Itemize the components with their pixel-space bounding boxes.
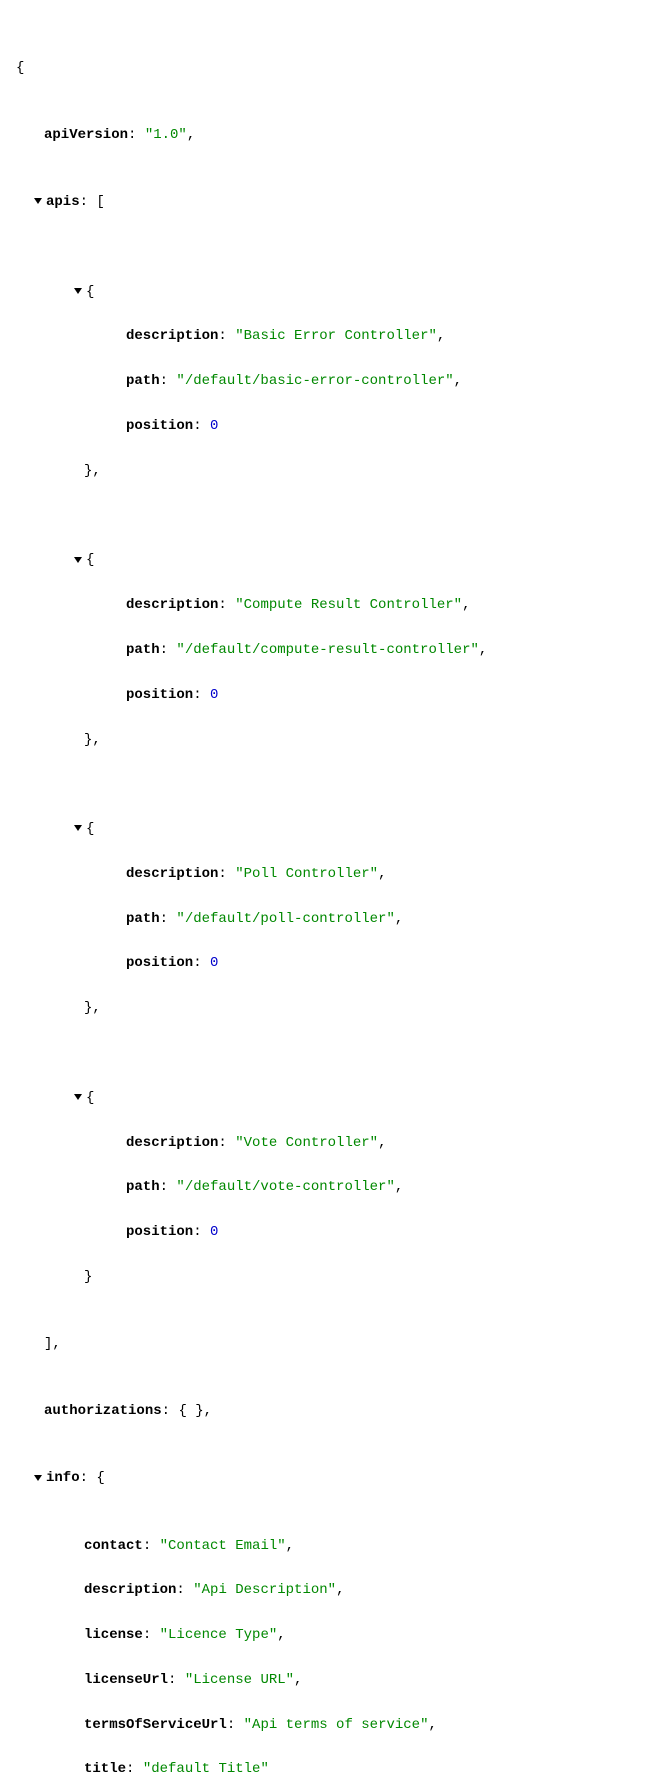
api-description-row: description: "Compute Result Controller"… bbox=[16, 594, 634, 616]
api-description-row: description: "Basic Error Controller", bbox=[16, 325, 634, 347]
api-position-row: position: 0 bbox=[16, 684, 634, 706]
info-row: info: { bbox=[16, 1467, 634, 1489]
info-description-row: description: "Api Description", bbox=[16, 1579, 634, 1601]
api-item-open: { bbox=[16, 281, 634, 303]
api-item-close: }, bbox=[16, 460, 634, 482]
api-item-close: }, bbox=[16, 729, 634, 751]
caret-down-icon[interactable] bbox=[34, 1475, 42, 1481]
api-position-row: position: 0 bbox=[16, 1221, 634, 1243]
api-position-row: position: 0 bbox=[16, 952, 634, 974]
info-licenseUrl-row: licenseUrl: "License URL", bbox=[16, 1669, 634, 1691]
caret-down-icon[interactable] bbox=[34, 198, 42, 204]
caret-down-icon[interactable] bbox=[74, 557, 82, 563]
authorizations-row: authorizations: { }, bbox=[16, 1400, 634, 1422]
api-path-row: path: "/default/vote-controller", bbox=[16, 1176, 634, 1198]
api-item-close: }, bbox=[16, 997, 634, 1019]
api-item-open: { bbox=[16, 818, 634, 840]
root-open: { bbox=[16, 57, 634, 79]
api-description-row: description: "Vote Controller", bbox=[16, 1132, 634, 1154]
api-path-row: path: "/default/basic-error-controller", bbox=[16, 370, 634, 392]
caret-down-icon[interactable] bbox=[74, 288, 82, 294]
caret-down-icon[interactable] bbox=[74, 1094, 82, 1100]
api-item-close: } bbox=[16, 1266, 634, 1288]
api-item-open: { bbox=[16, 1087, 634, 1109]
api-path-row: path: "/default/compute-result-controlle… bbox=[16, 639, 634, 661]
api-item-open: { bbox=[16, 549, 634, 571]
caret-down-icon[interactable] bbox=[74, 825, 82, 831]
info-contact-row: contact: "Contact Email", bbox=[16, 1535, 634, 1557]
info-tos-row: termsOfServiceUrl: "Api terms of service… bbox=[16, 1714, 634, 1736]
json-viewer: { apiVersion: "1.0", apis: [ { descripti… bbox=[16, 12, 634, 1782]
apiVersion-row: apiVersion: "1.0", bbox=[16, 124, 634, 146]
api-position-row: position: 0 bbox=[16, 415, 634, 437]
api-path-row: path: "/default/poll-controller", bbox=[16, 908, 634, 930]
apis-close: ], bbox=[16, 1333, 634, 1355]
api-description-row: description: "Poll Controller", bbox=[16, 863, 634, 885]
info-license-row: license: "Licence Type", bbox=[16, 1624, 634, 1646]
apis-row: apis: [ bbox=[16, 191, 634, 213]
info-title-row: title: "default Title" bbox=[16, 1758, 634, 1780]
